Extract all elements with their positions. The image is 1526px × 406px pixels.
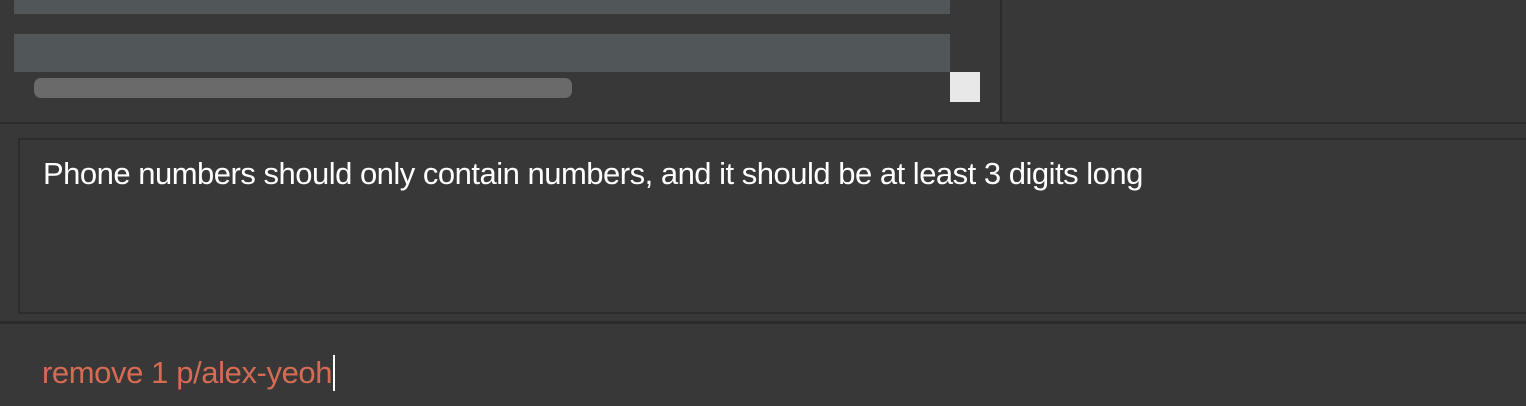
text-caret	[333, 355, 336, 391]
horizontal-scrollbar[interactable]	[14, 72, 950, 102]
app-window: Phone numbers should only contain number…	[0, 0, 1526, 406]
horizontal-scrollbar-thumb[interactable]	[34, 78, 572, 98]
side-panel	[1002, 0, 1526, 124]
result-display-panel: Phone numbers should only contain number…	[0, 126, 1526, 324]
result-message: Phone numbers should only contain number…	[43, 156, 1143, 191]
list-item[interactable]	[14, 0, 950, 14]
list-item[interactable]	[14, 34, 950, 72]
scrollbar-corner	[950, 72, 980, 102]
person-list-panel	[0, 0, 1002, 124]
result-display[interactable]: Phone numbers should only contain number…	[18, 138, 1526, 314]
command-box[interactable]: remove 1 p/alex-yeoh	[0, 327, 1526, 406]
command-input[interactable]: remove 1 p/alex-yeoh	[42, 355, 336, 391]
command-input-text: remove 1 p/alex-yeoh	[42, 355, 333, 390]
